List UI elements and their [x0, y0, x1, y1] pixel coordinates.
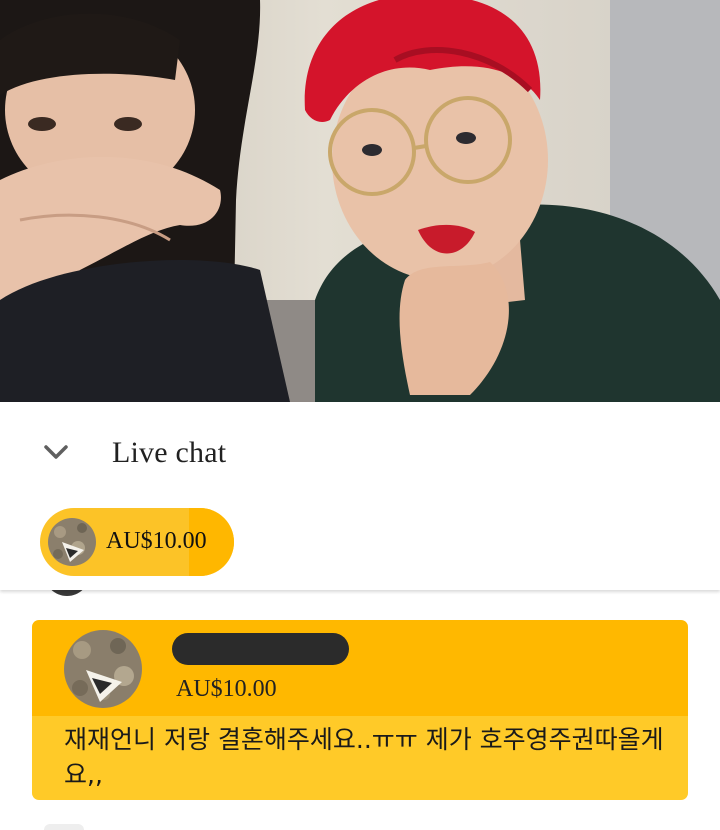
super-chat-body: 재재언니 저랑 결혼해주세요..ㅠㅠ 제가 호주영주권따올게요,,	[32, 716, 688, 800]
chat-title: Live chat	[112, 436, 227, 469]
avatar	[48, 518, 96, 566]
super-chat-amount: AU$10.00	[176, 676, 277, 702]
collapse-chat-button[interactable]	[36, 432, 76, 472]
avatar	[44, 824, 84, 830]
avatar	[64, 630, 142, 708]
video-player[interactable]	[0, 0, 720, 402]
video-frame	[0, 0, 720, 402]
super-chat-message[interactable]: AU$10.00 재재언니 저랑 결혼해주세요..ㅠㅠ 제가 호주영주권따올게요…	[32, 620, 688, 800]
super-chat-header: AU$10.00	[32, 620, 688, 716]
author-name-redacted	[172, 633, 349, 665]
live-chat-header: Live chat AU$10.00	[0, 402, 720, 590]
super-chat-ticker[interactable]: AU$10.00	[40, 508, 234, 576]
chevron-down-icon	[44, 445, 68, 459]
ticker-amount: AU$10.00	[106, 528, 207, 554]
super-chat-text: 재재언니 저랑 결혼해주세요..ㅠㅠ 제가 호주영주권따올게요,,	[64, 725, 664, 789]
